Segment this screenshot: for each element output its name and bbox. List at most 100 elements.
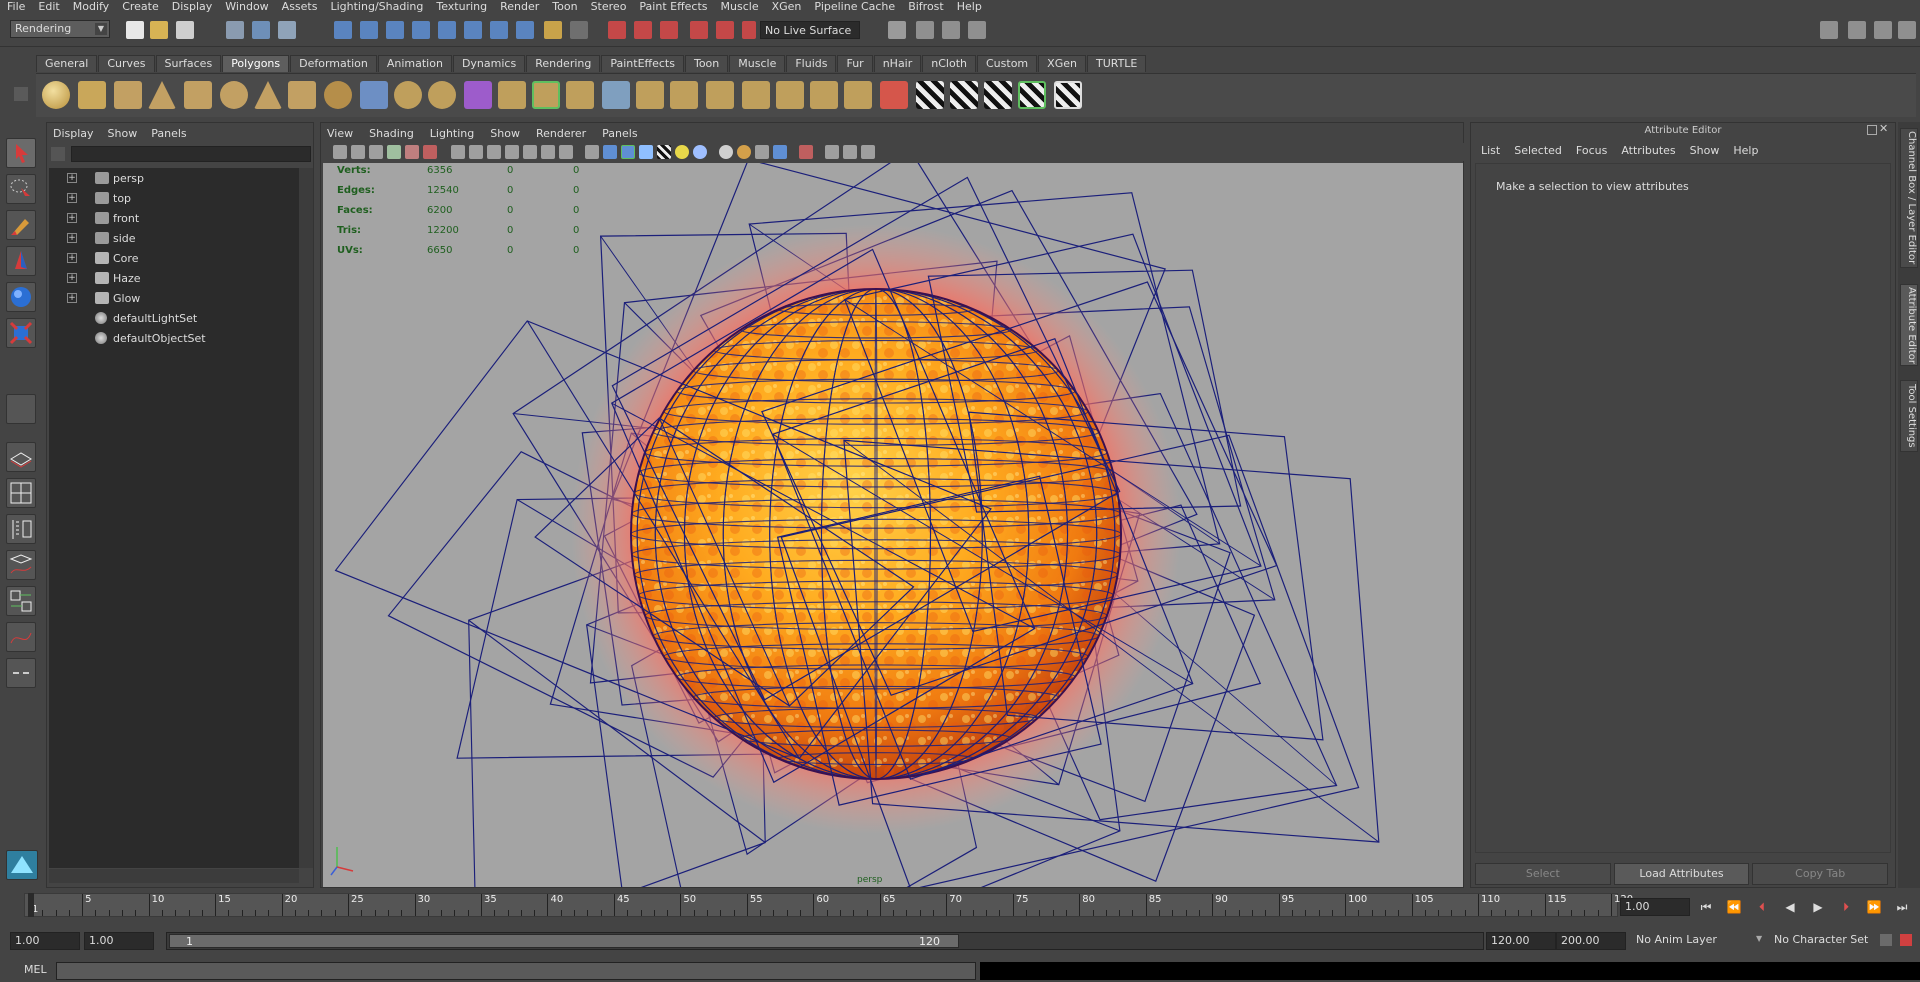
attr-menu-list[interactable]: List — [1481, 144, 1500, 157]
attr-menu-help[interactable]: Help — [1733, 144, 1758, 157]
shelf-tab-polygons[interactable]: Polygons — [222, 55, 290, 72]
outliner-item-defaultlightset[interactable]: defaultLightSet — [49, 308, 299, 328]
poly-cube-icon[interactable] — [78, 81, 106, 109]
film-gate-icon[interactable] — [469, 145, 483, 159]
xray-active-icon[interactable] — [843, 145, 857, 159]
current-time-marker[interactable] — [28, 893, 34, 917]
image-plane-icon[interactable] — [387, 145, 401, 159]
field-chart-icon[interactable] — [523, 145, 537, 159]
ipr-render-icon[interactable] — [634, 21, 652, 39]
outliner-menu-panels[interactable]: Panels — [151, 127, 186, 140]
viewport-menu-show[interactable]: Show — [490, 127, 520, 140]
snap-point-icon[interactable] — [386, 21, 404, 39]
outliner-item-top[interactable]: + top — [49, 188, 299, 208]
attr-menu-focus[interactable]: Focus — [1576, 144, 1607, 157]
select-tool-icon[interactable] — [6, 138, 36, 168]
uv-automatic-icon[interactable] — [1018, 81, 1046, 109]
merge-icon[interactable] — [706, 81, 734, 109]
shelf-tab-turtle[interactable]: TURTLE — [1086, 55, 1147, 72]
bevel-icon[interactable] — [742, 81, 770, 109]
animation-prefs-icon[interactable] — [1900, 934, 1912, 946]
grease-pencil-icon[interactable] — [423, 145, 437, 159]
menu-muscle[interactable]: Muscle — [714, 0, 765, 14]
snap-view-plane-icon[interactable] — [412, 21, 430, 39]
append-polygon-icon[interactable] — [566, 81, 594, 109]
shelf-tab-toon[interactable]: Toon — [684, 55, 729, 72]
attribute-editor-toggle-icon[interactable] — [942, 21, 960, 39]
uv-editor-icon[interactable] — [1054, 81, 1082, 109]
select-object-icon[interactable] — [252, 21, 270, 39]
four-view-layout-icon[interactable] — [6, 478, 36, 508]
insert-edge-loop-icon[interactable] — [636, 81, 664, 109]
xray-icon[interactable] — [639, 145, 653, 159]
depth-of-field-icon[interactable] — [773, 145, 787, 159]
poly-pipe-icon[interactable] — [288, 81, 316, 109]
camera-attributes-icon[interactable] — [351, 145, 365, 159]
auto-key-icon[interactable] — [1880, 934, 1892, 946]
poly-sphere-icon[interactable] — [42, 81, 70, 109]
poly-cone-icon[interactable] — [148, 81, 176, 109]
load-attributes-button[interactable]: Load Attributes — [1613, 863, 1750, 885]
attr-menu-attributes[interactable]: Attributes — [1621, 144, 1675, 157]
poly-pyramid-icon[interactable] — [254, 81, 282, 109]
new-scene-icon[interactable] — [126, 21, 144, 39]
screen-space-ao-icon[interactable] — [719, 145, 733, 159]
select-hierarchy-icon[interactable] — [226, 21, 244, 39]
outliner-item-side[interactable]: + side — [49, 228, 299, 248]
shelf-tab-nhair[interactable]: nHair — [873, 55, 922, 72]
persp-outliner-layout-icon[interactable] — [6, 514, 36, 544]
grid-icon[interactable] — [451, 145, 465, 159]
offset-edge-loop-icon[interactable] — [670, 81, 698, 109]
range-slider-thumb[interactable]: 1 120 — [169, 934, 959, 948]
panel-toggle-icon[interactable] — [1848, 21, 1866, 39]
bridge-icon[interactable] — [532, 81, 560, 109]
poly-platonic-icon[interactable] — [324, 81, 352, 109]
viewport-menu-panels[interactable]: Panels — [602, 127, 637, 140]
safe-action-icon[interactable] — [541, 145, 555, 159]
uv-spherical-icon[interactable] — [984, 81, 1012, 109]
menu-toon[interactable]: Toon — [545, 0, 583, 14]
expand-icon[interactable]: + — [67, 193, 77, 203]
2d-pan-zoom-icon[interactable] — [405, 145, 419, 159]
camera-sequencer-icon[interactable] — [861, 145, 875, 159]
anim-layer-dropdown[interactable]: No Anim Layer — [1632, 932, 1752, 950]
tool-settings-toggle-icon[interactable] — [968, 21, 986, 39]
smooth-icon[interactable] — [428, 81, 456, 109]
render-frame-icon[interactable] — [608, 21, 626, 39]
history-icon[interactable] — [464, 21, 482, 39]
end-time-field[interactable]: 200.00 — [1556, 932, 1626, 950]
shelf-tab-deformation[interactable]: Deformation — [290, 55, 377, 72]
xray-joints-icon[interactable] — [825, 145, 839, 159]
smooth-shade-icon[interactable] — [603, 145, 617, 159]
hypershade-layout-icon[interactable] — [6, 586, 36, 616]
poly-torus-icon[interactable] — [220, 81, 248, 109]
uv-cylindrical-icon[interactable] — [950, 81, 978, 109]
outliner-item-glow[interactable]: + Glow — [49, 288, 299, 308]
outliner-item-persp[interactable]: + persp — [49, 168, 299, 188]
select-component-icon[interactable] — [278, 21, 296, 39]
render-settings-icon[interactable] — [660, 21, 678, 39]
float-panel-icon[interactable] — [1867, 125, 1877, 135]
tab-tool-settings[interactable]: Tool Settings — [1900, 380, 1918, 452]
shelf-tab-ncloth[interactable]: nCloth — [922, 55, 976, 72]
shelf-tab-curves[interactable]: Curves — [98, 55, 155, 72]
chevron-down-icon[interactable]: ▼ — [1756, 934, 1762, 943]
outliner-menu-show[interactable]: Show — [108, 127, 138, 140]
shelf-tab-rendering[interactable]: Rendering — [526, 55, 601, 72]
viewport-menu-view[interactable]: View — [327, 127, 353, 140]
play-backwards-icon[interactable]: ◀ — [1778, 898, 1802, 916]
menu-display[interactable]: Display — [165, 0, 219, 14]
close-icon[interactable]: ✕ — [1879, 123, 1891, 135]
shadows-icon[interactable] — [693, 145, 707, 159]
shelf-tab-muscle[interactable]: Muscle — [729, 55, 786, 72]
expand-icon[interactable]: + — [67, 293, 77, 303]
expand-icon[interactable]: + — [67, 253, 77, 263]
resolution-gate-icon[interactable] — [487, 145, 501, 159]
render-region-icon[interactable] — [570, 21, 588, 39]
tab-channel-box[interactable]: Channel Box / Layer Editor — [1900, 128, 1918, 268]
extrude-icon[interactable] — [498, 81, 526, 109]
time-slider-track[interactable]: 1 5 10 15 20 25 30 35 40 45 50 55 60 65 70 75 80 85 90 95 10… — [24, 893, 1633, 917]
menu-xgen[interactable]: XGen — [765, 0, 808, 14]
booleans-icon[interactable] — [464, 81, 492, 109]
poke-icon[interactable] — [810, 81, 838, 109]
